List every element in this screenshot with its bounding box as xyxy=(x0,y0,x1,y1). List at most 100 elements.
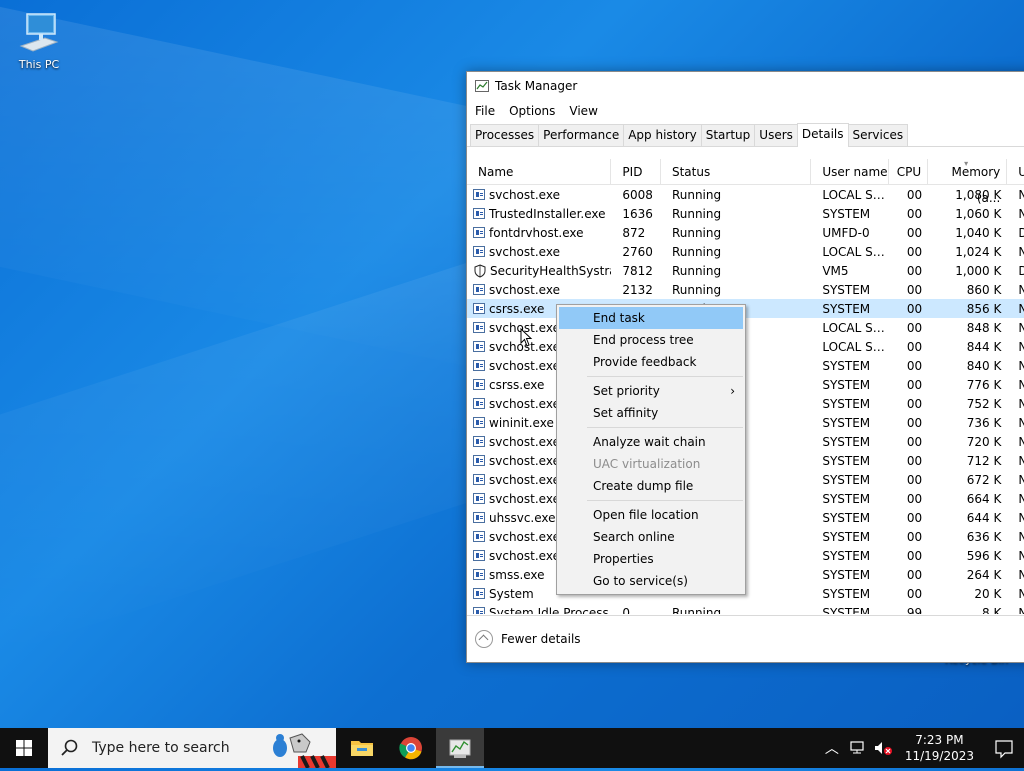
process-name: svchost.exe xyxy=(489,529,560,544)
menu-view[interactable]: View xyxy=(569,104,597,118)
cell-cpu: 00 xyxy=(906,187,923,202)
process-icon xyxy=(473,493,485,504)
cell-user: SYSTEM xyxy=(822,358,871,373)
cell-extra: D xyxy=(1007,264,1024,278)
process-name: fontdrvhost.exe xyxy=(489,225,584,240)
network-icon[interactable] xyxy=(849,740,867,756)
clock[interactable]: 7:23 PM 11/19/2023 xyxy=(905,732,974,764)
collapse-icon[interactable] xyxy=(475,630,493,648)
cell-pid: 0 xyxy=(622,605,631,615)
cell-user: SYSTEM xyxy=(822,453,871,468)
menu-item-go-to-service-s[interactable]: Go to service(s) xyxy=(559,570,743,592)
cell-status: Running xyxy=(671,206,722,221)
table-row[interactable]: SecurityHealthSystra... 7812 Running VM5 00 1… xyxy=(467,261,1024,280)
taskbar-file-explorer[interactable] xyxy=(338,728,386,768)
cell-user: SYSTEM xyxy=(822,206,871,221)
cell-name: System Idle Process xyxy=(467,606,611,614)
table-row[interactable]: svchost.exe 2132 Running SYSTEM 00 860 K N xyxy=(467,280,1024,299)
process-icon xyxy=(473,208,485,219)
process-name: smss.exe xyxy=(489,567,545,582)
cell-cpu: 00 xyxy=(906,206,923,221)
menu-options[interactable]: Options xyxy=(509,104,555,118)
menu-item-properties[interactable]: Properties xyxy=(559,548,743,570)
cell-memory: 264 K xyxy=(966,567,1002,582)
cell-user: SYSTEM xyxy=(822,510,871,525)
process-name: svchost.exe xyxy=(489,358,560,373)
taskbar-search-box[interactable]: Type here to search xyxy=(48,728,336,768)
cell-memory: 636 K xyxy=(966,529,1002,544)
menu-item-provide-feedback[interactable]: Provide feedback xyxy=(559,351,743,373)
tab-details[interactable]: Details xyxy=(796,123,849,147)
column-header-memory[interactable]: ▾ Memory (a... xyxy=(928,159,1008,205)
column-header-extra[interactable]: U xyxy=(1007,159,1024,184)
tab-app-history[interactable]: App history xyxy=(623,124,702,146)
cell-user: SYSTEM xyxy=(822,548,871,563)
fewer-details-link[interactable]: Fewer details xyxy=(501,632,581,646)
cell-pid: 2132 xyxy=(622,282,653,297)
column-header-status[interactable]: Status xyxy=(661,159,812,184)
cell-user: SYSTEM xyxy=(822,434,871,449)
tab-users[interactable]: Users xyxy=(754,124,798,146)
show-hidden-icons-icon[interactable]: ︿ xyxy=(825,738,839,758)
cell-memory: 596 K xyxy=(966,548,1002,563)
sort-descending-icon: ▾ xyxy=(964,159,969,168)
table-row[interactable]: System Idle Process 0 Running SYSTEM 99 8 K N xyxy=(467,603,1024,614)
cell-extra: N xyxy=(1007,378,1024,392)
process-icon xyxy=(473,246,485,257)
notifications-icon[interactable] xyxy=(984,728,1024,768)
tab-performance[interactable]: Performance xyxy=(538,124,625,146)
process-name: svchost.exe xyxy=(489,434,560,449)
cell-user: SYSTEM xyxy=(822,567,871,582)
menu-item-search-online[interactable]: Search online xyxy=(559,526,743,548)
menu-item-create-dump-file[interactable]: Create dump file xyxy=(559,475,743,497)
clock-date: 11/19/2023 xyxy=(904,749,974,763)
process-name: svchost.exe xyxy=(489,396,560,411)
table-row[interactable]: svchost.exe 6008 Running LOCAL SE... 00 1,080… xyxy=(467,185,1024,204)
cell-cpu: 99 xyxy=(906,605,923,615)
menu-item-end-process-tree[interactable]: End process tree xyxy=(559,329,743,351)
process-icon xyxy=(473,322,485,333)
menu-item-label: Properties xyxy=(593,552,654,566)
cell-memory: 664 K xyxy=(966,491,1002,506)
menu-file[interactable]: File xyxy=(475,104,495,118)
column-header-pid[interactable]: PID xyxy=(611,159,661,184)
column-header-cpu[interactable]: CPU xyxy=(889,159,929,184)
cell-extra: D xyxy=(1007,226,1024,240)
cell-user: LOCAL SE... xyxy=(822,187,889,202)
cell-pid: 6008 xyxy=(622,187,653,202)
start-button[interactable] xyxy=(0,728,48,768)
desktop-icon-this-pc[interactable]: This PC xyxy=(10,8,68,71)
taskbar-chrome[interactable] xyxy=(387,728,435,768)
cell-user: SYSTEM xyxy=(822,377,871,392)
tab-startup[interactable]: Startup xyxy=(700,124,756,146)
taskbar-task-manager[interactable] xyxy=(436,728,484,768)
column-header-user-name[interactable]: User name xyxy=(811,159,889,184)
tab-processes[interactable]: Processes xyxy=(470,124,540,146)
menu-item-set-priority[interactable]: Set priority › xyxy=(559,380,743,402)
cell-user: SYSTEM xyxy=(822,605,871,615)
tab-services[interactable]: Services xyxy=(847,124,909,146)
task-manager-icon xyxy=(475,80,489,92)
table-row[interactable]: fontdrvhost.exe 872 Running UMFD-0 00 1,040 K… xyxy=(467,223,1024,242)
process-icon xyxy=(473,417,485,428)
column-header-name[interactable]: Name xyxy=(467,159,612,184)
cell-name: fontdrvhost.exe xyxy=(467,226,611,240)
process-icon xyxy=(473,360,485,371)
cell-user: VM5 xyxy=(822,263,849,278)
menu-item-open-file-location[interactable]: Open file location xyxy=(559,504,743,526)
chrome-icon xyxy=(399,737,422,760)
menu-item-end-task[interactable]: End task xyxy=(559,307,743,329)
table-row[interactable]: TrustedInstaller.exe 1636 Running SYSTEM 00 1… xyxy=(467,204,1024,223)
menu-item-set-affinity[interactable]: Set affinity xyxy=(559,402,743,424)
menu-item-analyze-wait-chain[interactable]: Analyze wait chain xyxy=(559,431,743,453)
cell-pid: 2760 xyxy=(622,244,653,259)
cell-user: SYSTEM xyxy=(822,586,871,601)
title-bar[interactable]: Task Manager xyxy=(467,72,1024,100)
cell-memory: 1,024 K xyxy=(955,244,1002,259)
cell-cpu: 00 xyxy=(906,548,923,563)
cell-extra: N xyxy=(1007,397,1024,411)
table-row[interactable]: svchost.exe 2760 Running LOCAL SE... 00 1,024… xyxy=(467,242,1024,261)
cell-memory: 8 K xyxy=(982,605,1002,615)
process-icon xyxy=(473,398,485,409)
volume-muted-icon[interactable] xyxy=(873,740,893,756)
